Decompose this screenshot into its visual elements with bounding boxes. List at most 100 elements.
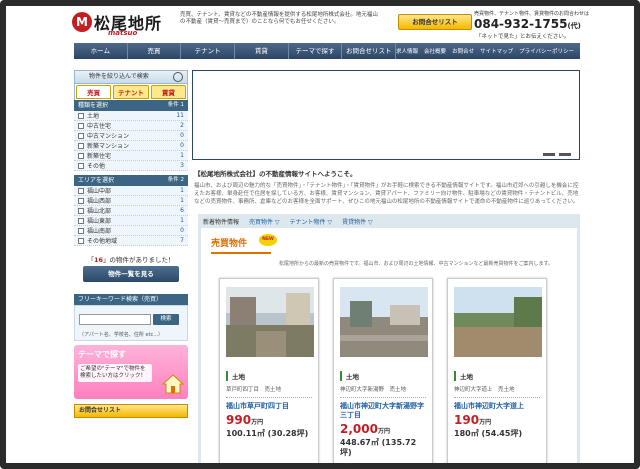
property-location[interactable]: 福山市神辺町大字新湯野字三丁目: [340, 402, 426, 420]
property-photo[interactable]: [454, 287, 542, 357]
sale-heading-underline: [211, 252, 271, 254]
hits-suffix: 」の物件がありました！: [103, 256, 175, 264]
property-photo[interactable]: [226, 287, 314, 357]
type-section-title: 種類を選択: [78, 102, 109, 109]
area-label: 福山南部: [87, 228, 112, 235]
nav-sale[interactable]: 売買: [128, 43, 182, 59]
tab-rental[interactable]: 賃貸: [150, 85, 186, 99]
site-header: M 松尾地所 matsuo 売買、テナント、賃貸などの不動産情報を提供する松尾地…: [68, 10, 590, 42]
type-label: 中古住宅: [87, 123, 112, 130]
area-section-title: エリアを選択: [78, 177, 115, 184]
nav-theme[interactable]: テーマで探す: [289, 43, 343, 59]
keyword-search-box: 検索 （アパート名、学校名、住所 etc...）: [74, 305, 188, 341]
area-item-other[interactable]: その他地域 7: [74, 236, 188, 246]
property-card[interactable]: 土地 神辺町大字新湯野 売土地 福山市神辺町大字新湯野字三丁目 2,000万円 …: [333, 278, 433, 463]
phone-number: 084-932-1755(代): [474, 17, 581, 31]
sub-nav-jobs[interactable]: 求人情報: [396, 47, 418, 55]
property-price: 2,000万円: [340, 422, 426, 436]
type-item-new-house[interactable]: 新築住宅 1: [74, 151, 188, 161]
property-location[interactable]: 福山市神辺町大字道上: [454, 402, 540, 411]
nav-home[interactable]: ホーム: [74, 43, 128, 59]
area-item-west[interactable]: 福山西部 1: [74, 196, 188, 206]
area-count: 7: [180, 237, 184, 244]
tab-new-rental[interactable]: 賃貸物件 ▽: [342, 217, 373, 227]
price-value: 2,000: [340, 422, 378, 436]
property-card[interactable]: 土地 神辺町大字道上 売土地 福山市神辺町大字道上 190万円 180㎡ (54…: [447, 278, 547, 463]
price-unit: 万円: [479, 419, 492, 426]
area-count: 1: [180, 217, 184, 224]
property-address: 神辺町大字新湯野 売土地: [340, 385, 426, 398]
slider-dot[interactable]: [559, 153, 571, 156]
property-card[interactable]: 土地 草戸町四丁目 売土地 福山市草戸町四丁目 990万円 100.11㎡ (3…: [219, 278, 319, 463]
type-count: 11: [176, 112, 184, 119]
search-tabs: 売買 テナント 賃貸: [74, 84, 188, 100]
type-section-header: 種類を選択 条件 1: [74, 100, 188, 111]
area-count: 0: [180, 227, 184, 234]
logo-mark[interactable]: M: [72, 12, 92, 32]
checkbox[interactable]: [78, 132, 84, 139]
type-item-land[interactable]: 土地 11: [74, 111, 188, 121]
main-visual-slider[interactable]: [192, 70, 580, 160]
area-label: その他地域: [87, 238, 118, 245]
intro-section: 【松尾地所株式会社】の不動産情報サイトへようこそ。 福山市、および周辺の魅力的な…: [194, 168, 580, 206]
checkbox[interactable]: [78, 217, 84, 224]
checkbox[interactable]: [78, 207, 84, 214]
checkbox[interactable]: [78, 237, 84, 244]
type-count: 1: [180, 152, 184, 159]
sidebar: 物件を絞り込んで検索 売買 テナント 賃貸 種類を選択 条件 1 土地 11 中古…: [74, 70, 188, 418]
checkbox[interactable]: [78, 112, 84, 119]
type-item-used-house[interactable]: 中古住宅 2: [74, 121, 188, 131]
area-item-central[interactable]: 福山中部 1: [74, 186, 188, 196]
sub-nav-contact[interactable]: お問合せ: [452, 47, 474, 55]
property-location[interactable]: 福山市草戸町四丁目: [226, 402, 312, 411]
price-value: 990: [226, 413, 252, 427]
type-item-new-mansion[interactable]: 新築マンション 0: [74, 141, 188, 151]
checkbox[interactable]: [78, 187, 84, 194]
nav-tenant[interactable]: テナント: [181, 43, 236, 59]
checkbox[interactable]: [78, 162, 84, 169]
checkbox[interactable]: [78, 142, 84, 149]
keyword-search-button[interactable]: 検索: [153, 314, 179, 325]
logo-subtitle: matsuo: [108, 29, 138, 37]
keyword-search-title: フリーキーワード検索（売買）: [74, 294, 188, 305]
type-condition-count: 条件 1: [167, 102, 184, 108]
type-item-other[interactable]: その他 3: [74, 161, 188, 171]
tab-sale[interactable]: 売買: [76, 85, 112, 99]
sale-note: 松尾地所からの最新の売買物件です。福山市、および周辺の土地情報、中古マンションな…: [279, 261, 554, 267]
type-item-used-mansion[interactable]: 中古マンション 0: [74, 131, 188, 141]
keyword-input[interactable]: [79, 314, 151, 325]
sub-nav: 求人情報 会社概要 お問合せ サイトマップ プライバシーポリシー: [396, 47, 580, 55]
checkbox[interactable]: [78, 197, 84, 204]
nav-rental[interactable]: 賃貸: [235, 43, 289, 59]
checkbox[interactable]: [78, 227, 84, 234]
checkbox[interactable]: [78, 152, 84, 159]
keyword-hint: （アパート名、学校名、住所 etc...）: [79, 332, 164, 338]
property-address: 神辺町大字道上 売土地: [454, 385, 540, 398]
sub-nav-privacy[interactable]: プライバシーポリシー: [519, 47, 574, 55]
tab-tenant[interactable]: テナント: [113, 85, 149, 99]
nav-inquiry-list[interactable]: お問合せリスト: [342, 43, 397, 59]
area-item-south[interactable]: 福山南部 0: [74, 226, 188, 236]
contact-lead: 売買物件、テナント物件、賃貸物件のお問合わせは: [474, 11, 590, 17]
area-count: 1: [180, 197, 184, 204]
theme-search-banner[interactable]: テーマで探す ご希望の"テーマ"で物件を検索したい方はクリック！: [74, 345, 188, 399]
inquiry-list-button[interactable]: お問合せリスト: [398, 14, 472, 30]
tab-new-tenant[interactable]: テナント物件 ▽: [290, 217, 333, 227]
phone-suffix: (代): [567, 22, 581, 30]
property-area: 180㎡ (54.45坪): [454, 429, 523, 438]
property-photo[interactable]: [340, 287, 428, 357]
sub-nav-company[interactable]: 会社概要: [424, 47, 446, 55]
area-item-east[interactable]: 福山東部 1: [74, 216, 188, 226]
type-count: 0: [180, 142, 184, 149]
new-listings-title: 新着物件情報: [203, 219, 240, 226]
type-label: 土地: [87, 113, 100, 120]
search-panel-label: 物件を絞り込んで検索: [89, 73, 149, 80]
area-item-north[interactable]: 福山北部 6: [74, 206, 188, 216]
view-list-button[interactable]: 物件一覧を見る: [83, 266, 179, 282]
sidebar-inquiry-list[interactable]: お問合せリスト: [74, 404, 188, 418]
area-label: 福山北部: [87, 208, 112, 215]
tab-new-sale[interactable]: 売買物件 ▽: [249, 217, 280, 227]
slider-dot[interactable]: [543, 153, 555, 156]
checkbox[interactable]: [78, 122, 84, 129]
sub-nav-sitemap[interactable]: サイトマップ: [480, 47, 513, 55]
